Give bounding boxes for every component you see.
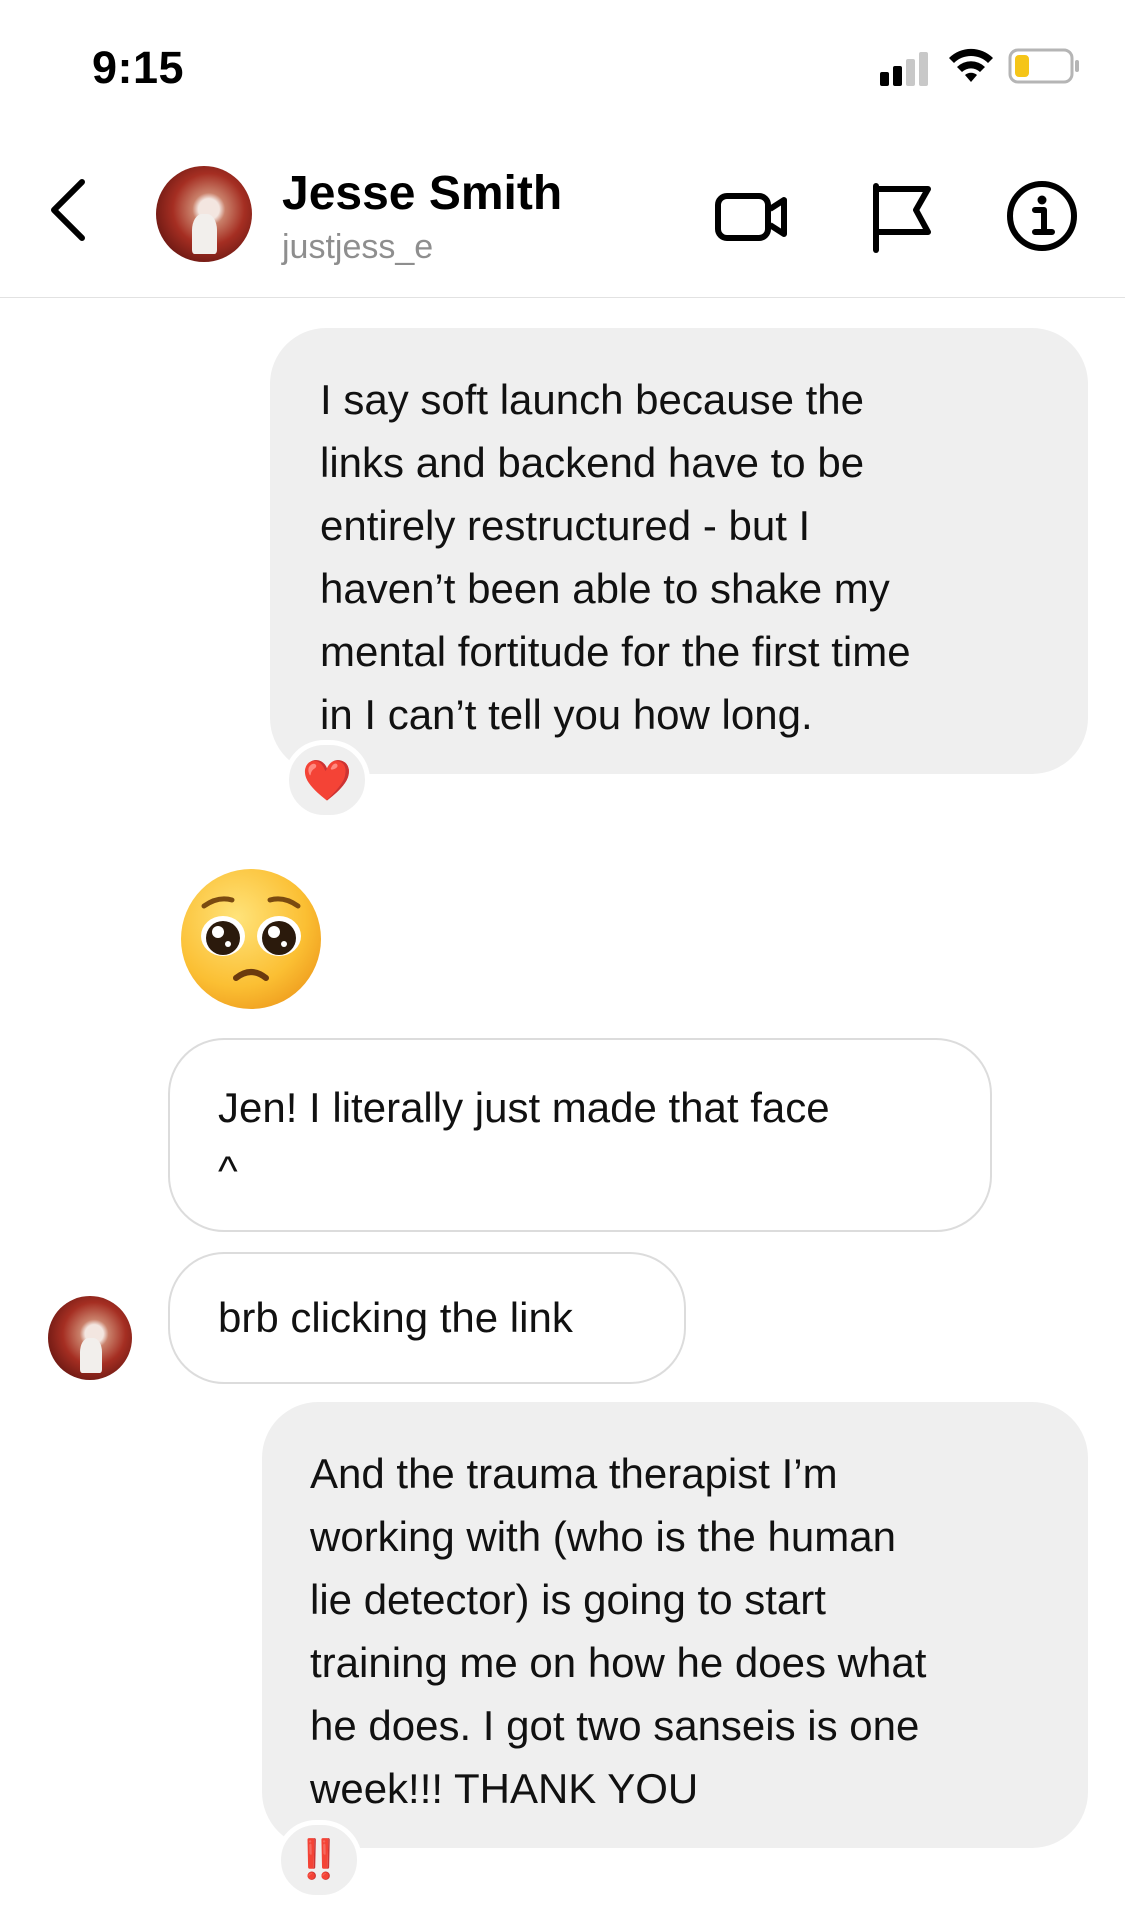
message-bubble-incoming[interactable]: brb clicking the link [168,1252,686,1384]
reaction-double-exclamation-icon[interactable]: ‼️ [276,1820,362,1900]
cellular-signal-icon [880,50,932,86]
back-chevron-icon[interactable] [44,170,96,250]
info-icon[interactable] [1002,176,1082,256]
video-call-icon[interactable] [712,176,792,256]
dm-thread-screen: 9:15 Jesse Smith justjess_e I say soft l… [0,0,1125,1921]
contact-username[interactable]: justjess_e [282,228,433,267]
message-text: I say soft launch because the links and … [320,376,911,738]
pleading-face-emoji-icon[interactable] [178,866,324,1012]
message-text: And the trauma therapist I’m working wit… [310,1450,927,1812]
message-text: Jen! I literally just made that face ^ [218,1084,830,1194]
conversation-header: Jesse Smith justjess_e [0,130,1125,298]
sender-avatar[interactable] [48,1296,132,1380]
reaction-text: ‼️ [295,1839,343,1881]
message-text: brb clicking the link [218,1294,573,1341]
contact-avatar[interactable] [156,166,252,262]
status-time: 9:15 [92,42,185,93]
status-bar: 9:15 [0,0,1125,130]
message-bubble-incoming[interactable]: Jen! I literally just made that face ^ [168,1038,992,1232]
reaction-heart-icon[interactable]: ❤️ [284,740,370,820]
wifi-icon [949,48,993,82]
contact-name[interactable]: Jesse Smith [282,166,562,221]
message-bubble-outgoing[interactable]: I say soft launch because the links and … [270,328,1088,774]
message-bubble-outgoing[interactable]: And the trauma therapist I’m working wit… [262,1402,1088,1848]
report-flag-icon[interactable] [862,176,942,256]
battery-icon [1008,48,1079,84]
